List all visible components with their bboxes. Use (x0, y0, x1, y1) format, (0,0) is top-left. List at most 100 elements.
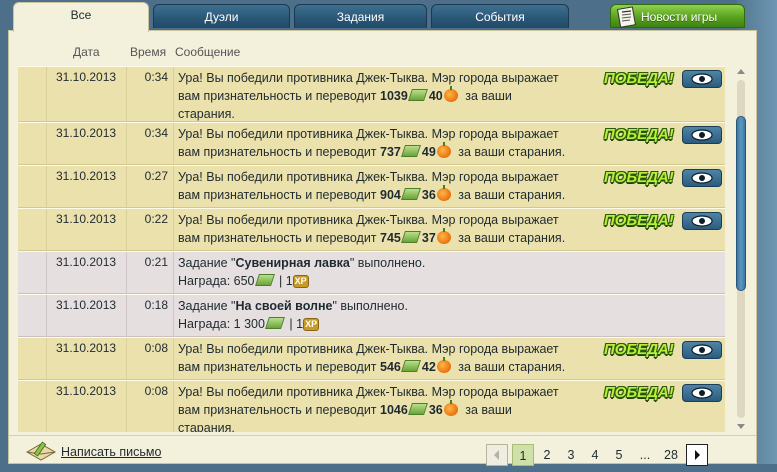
tab-quests[interactable]: Задания (294, 4, 427, 28)
row-time: 0:08 (144, 384, 168, 398)
scroll-up-icon[interactable] (735, 66, 747, 78)
next-page-button[interactable] (686, 444, 708, 466)
banknote-icon (400, 145, 421, 157)
message-row: 31.10.2013 0:21 Задание "Сувенирная лавк… (18, 251, 725, 294)
pumpkin-amount: 37 (421, 231, 436, 245)
tab-bar: Все Дуэли Задания События Новости игры (0, 0, 777, 32)
column-header-date: Дата (73, 45, 100, 59)
message-row: 31.10.2013 0:08 Ура! Вы победили противн… (18, 337, 725, 380)
tab-game-news-label: Новости игры (641, 10, 718, 24)
envelope-pencil-icon[interactable] (24, 440, 58, 462)
footer: Написать письмо 1 2 3 4 5 ... 28 (9, 435, 756, 466)
pumpkin-amount: 40 (428, 89, 443, 103)
row-marker (18, 209, 47, 250)
row-message: Ура! Вы победили противника Джек-Тыква. … (178, 71, 559, 121)
row-date: 31.10.2013 (56, 126, 117, 140)
row-date: 31.10.2013 (56, 255, 117, 269)
row-time: 0:34 (144, 70, 168, 84)
eye-icon (691, 172, 713, 184)
row-message: Ура! Вы победили противника Джек-Тыква. … (178, 213, 566, 245)
page-1[interactable]: 1 (512, 444, 534, 466)
banknote-icon (254, 274, 275, 286)
row-message: Ура! Вы победили противника Джек-Тыква. … (178, 385, 559, 432)
row-date: 31.10.2013 (56, 384, 117, 398)
money-amount: 1039 (380, 89, 408, 103)
row-date: 31.10.2013 (56, 298, 117, 312)
page-2[interactable]: 2 (536, 444, 558, 466)
money-amount: 1046 (380, 403, 408, 417)
pumpkin-icon (436, 228, 451, 244)
page-4[interactable]: 4 (584, 444, 606, 466)
pumpkin-icon (443, 86, 458, 102)
row-marker (18, 295, 47, 336)
column-header-time: Время (130, 45, 167, 59)
row-time: 0:27 (144, 169, 168, 183)
row-time: 0:34 (144, 126, 168, 140)
row-date: 31.10.2013 (56, 212, 117, 226)
pagination: 1 2 3 4 5 ... 28 (486, 444, 716, 466)
reward-xp: 1 (296, 317, 304, 331)
victory-badge: ПОБЕДА! (604, 70, 674, 87)
pumpkin-amount: 49 (421, 145, 436, 159)
compose-letter-link[interactable]: Написать письмо (61, 445, 161, 459)
scroll-thumb[interactable] (736, 116, 746, 291)
message-row: 31.10.2013 0:22 Ура! Вы победили противн… (18, 208, 725, 251)
message-row: 31.10.2013 0:34 Ура! Вы победили противн… (18, 122, 725, 165)
row-marker (18, 252, 47, 293)
row-marker (18, 166, 47, 207)
pumpkin-amount: 42 (421, 360, 436, 374)
money-amount: 745 (380, 231, 401, 245)
xp-badge-icon: XP (303, 318, 320, 331)
scroll-down-icon[interactable] (735, 420, 747, 432)
message-row: 31.10.2013 0:08 Ура! Вы победили противн… (18, 380, 725, 432)
row-message: Ура! Вы победили противника Джек-Тыква. … (178, 170, 566, 202)
banknote-icon (400, 188, 421, 200)
row-time: 0:18 (144, 298, 168, 312)
prev-page-button[interactable] (486, 444, 508, 466)
row-date: 31.10.2013 (56, 341, 117, 355)
banknote-icon (400, 231, 421, 243)
eye-icon (691, 344, 713, 356)
view-button[interactable] (682, 341, 722, 359)
scrollbar[interactable] (735, 66, 747, 432)
banknote-icon (407, 89, 428, 101)
victory-badge: ПОБЕДА! (604, 126, 674, 143)
view-button[interactable] (682, 384, 722, 402)
page-3[interactable]: 3 (560, 444, 582, 466)
pumpkin-icon (436, 357, 451, 373)
view-button[interactable] (682, 70, 722, 88)
victory-badge: ПОБЕДА! (604, 341, 674, 358)
victory-badge: ПОБЕДА! (604, 212, 674, 229)
message-row: 31.10.2013 0:27 Ура! Вы победили противн… (18, 165, 725, 208)
message-list: 31.10.2013 0:34 Ура! Вы победили противн… (18, 66, 725, 432)
row-message: Ура! Вы победили противника Джек-Тыква. … (178, 342, 566, 374)
quest-name: На своей волне (235, 299, 333, 313)
tab-events[interactable]: События (431, 4, 569, 28)
tab-all[interactable]: Все (13, 2, 149, 32)
banknote-icon (400, 360, 421, 372)
tab-game-news[interactable]: Новости игры (610, 4, 745, 28)
row-date: 31.10.2013 (56, 70, 117, 84)
row-date: 31.10.2013 (56, 169, 117, 183)
view-button[interactable] (682, 212, 722, 230)
view-button[interactable] (682, 126, 722, 144)
row-message: Задание "Сувенирная лавка" выполнено. На… (178, 256, 426, 288)
pumpkin-amount: 36 (428, 403, 443, 417)
xp-badge-icon: XP (292, 275, 309, 288)
messages-panel: Дата Время Сообщение 31.10.2013 0:34 Ура… (8, 30, 757, 466)
row-time: 0:08 (144, 341, 168, 355)
page-ellipsis: ... (639, 448, 651, 462)
page-28[interactable]: 28 (660, 444, 682, 466)
row-message: Ура! Вы победили противника Джек-Тыква. … (178, 127, 566, 159)
view-button[interactable] (682, 169, 722, 187)
eye-icon (691, 129, 713, 141)
banknote-icon (407, 403, 428, 415)
tab-duels[interactable]: Дуэли (153, 4, 290, 28)
page-5[interactable]: 5 (608, 444, 630, 466)
pumpkin-icon (436, 142, 451, 158)
pumpkin-amount: 36 (421, 188, 436, 202)
victory-badge: ПОБЕДА! (604, 169, 674, 186)
chevron-left-icon (494, 450, 499, 460)
money-amount: 737 (380, 145, 401, 159)
chevron-right-icon (695, 450, 700, 460)
